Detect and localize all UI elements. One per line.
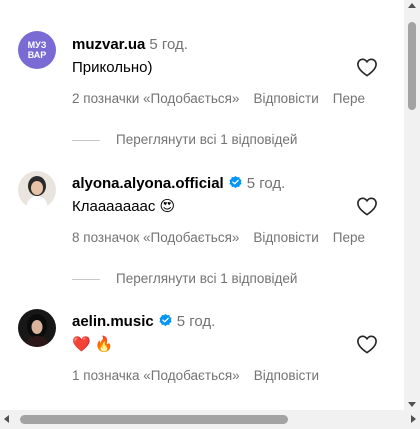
divider	[72, 139, 100, 141]
likes-count[interactable]: 1 позначка «Подобається»	[72, 368, 240, 383]
username[interactable]: muzvar.ua	[72, 36, 145, 53]
comment-meta: 2 позначки «Подобається» Відповісти Пере	[72, 91, 379, 106]
verified-badge-icon	[229, 175, 242, 189]
verified-badge-icon	[159, 313, 172, 327]
view-replies-label: Переглянути всі 1 відповідей	[116, 271, 298, 286]
like-heart-icon[interactable]	[356, 334, 378, 354]
comment-header: muzvar.ua 5 год.	[72, 36, 188, 53]
like-heart-icon[interactable]	[356, 57, 378, 77]
timestamp[interactable]: 5 год.	[177, 313, 216, 330]
avatar-image	[24, 314, 50, 347]
vertical-scroll-thumb[interactable]	[408, 22, 416, 110]
comment-meta: 1 позначка «Подобається» Відповісти	[72, 368, 333, 383]
vertical-scrollbar[interactable]	[404, 0, 420, 410]
scroll-up-arrow-icon[interactable]	[408, 3, 416, 8]
comment-header: alyona.alyona.official 5 год.	[72, 175, 285, 192]
horizontal-scrollbar[interactable]	[0, 410, 420, 429]
likes-count[interactable]: 8 позначок «Подобається»	[72, 230, 239, 245]
timestamp[interactable]: 5 год.	[149, 36, 188, 53]
divider	[72, 278, 100, 280]
scroll-down-arrow-icon[interactable]	[408, 402, 416, 407]
avatar[interactable]	[18, 171, 56, 209]
view-replies-label: Переглянути всі 1 відповідей	[116, 132, 298, 147]
avatar-image	[26, 176, 48, 209]
horizontal-scroll-thumb[interactable]	[20, 415, 288, 424]
reply-button[interactable]: Відповісти	[253, 230, 318, 245]
avatar-text-top: МУЗ	[27, 40, 47, 50]
comments-list: МУЗ ВАР muzvar.ua 5 год. Прикольно) 2 поз…	[0, 0, 400, 410]
view-replies-button[interactable]: Переглянути всі 1 відповідей	[72, 271, 297, 286]
comment-header: aelin.music 5 год.	[72, 313, 215, 330]
likes-count[interactable]: 2 позначки «Подобається»	[72, 91, 239, 106]
reply-button[interactable]: Відповісти	[254, 368, 319, 383]
like-heart-icon[interactable]	[356, 196, 378, 216]
more-options[interactable]: Пере	[333, 230, 365, 245]
comment-text: Прикольно)	[72, 59, 153, 76]
timestamp[interactable]: 5 год.	[247, 175, 286, 192]
more-options[interactable]: Пере	[333, 91, 365, 106]
scroll-left-arrow-icon[interactable]	[4, 415, 9, 423]
comment-text: ❤️ 🔥	[72, 336, 114, 353]
reply-button[interactable]: Відповісти	[253, 91, 318, 106]
comment-meta: 8 позначок «Подобається» Відповісти Пере	[72, 230, 379, 245]
avatar[interactable]	[18, 309, 56, 347]
view-replies-button[interactable]: Переглянути всі 1 відповідей	[72, 132, 297, 147]
avatar[interactable]: МУЗ ВАР	[18, 31, 56, 69]
username[interactable]: aelin.music	[72, 313, 154, 330]
scroll-right-arrow-icon[interactable]	[411, 415, 416, 423]
avatar-text-bottom: ВАР	[27, 50, 47, 60]
comment-text: Клааааааас 😍	[72, 198, 176, 215]
username[interactable]: alyona.alyona.official	[72, 175, 224, 192]
